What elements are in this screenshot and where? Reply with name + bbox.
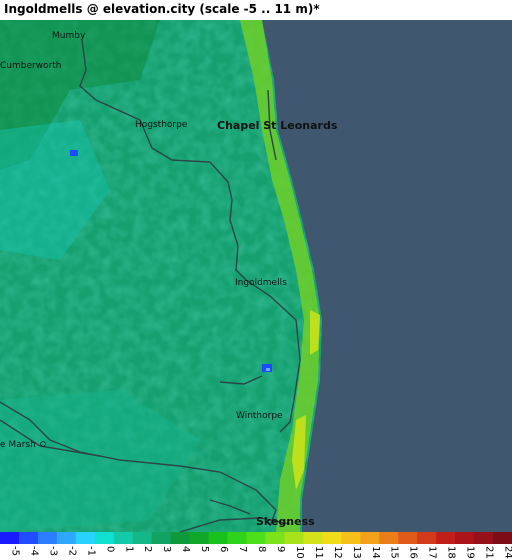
place-label-cumberworth: Cumberworth [0,61,62,71]
legend-swatch [322,532,342,544]
legend-swatch [379,532,399,544]
legend-swatch [94,532,115,544]
legend-swatch [436,532,456,544]
legend-swatch [132,532,153,544]
legend-tick-label: 18 [446,546,457,559]
legend-tick-label: 0 [104,546,115,552]
pond-winthorpe-2 [266,368,270,371]
legend-tick-label: -1 [85,546,96,556]
legend-tick-label: -5 [9,546,20,556]
legend-tick-label: -4 [28,546,39,556]
legend-tick-label: 16 [408,546,419,559]
legend-swatch [113,532,134,544]
place-label-skegness: Skegness [256,515,315,528]
legend-tick-label: -2 [66,546,77,556]
legend-tick-label: 2 [142,546,153,552]
legend-tick-label: 15 [389,546,400,559]
place-label-hogsthorpe: Hogsthorpe [135,120,188,130]
legend-tick-label: 6 [218,546,229,552]
legend-tick-label: 11 [313,546,324,559]
legend-tick-label: 7 [237,546,248,552]
legend-swatch [303,532,323,544]
legend-tick-label: 14 [370,546,381,559]
place-label-winthorpe: Winthorpe [236,411,283,421]
legend-tick-label: 9 [275,546,286,552]
legend-swatch [265,532,285,544]
place-label-ingoldmells: Ingoldmells [235,278,287,288]
legend-tick-label: 17 [427,546,438,559]
place-label-mumby: Mumby [52,31,86,41]
legend-tick-label: 24 [503,546,512,559]
legend-swatch [417,532,437,544]
legend-swatch [284,532,304,544]
elevation-legend: -5 -4 -3 -2 -1 0 1 2 3 4 5 6 7 8 9 10 11 12 13 14 15 16 17 18 19… [0,532,512,559]
place-label-chapel-st-leonards: Chapel St Leonards [217,119,338,132]
place-label-e-marsh: e Marsh [0,440,36,450]
legend-labels: -5 -4 -3 -2 -1 0 1 2 3 4 5 6 7 8 9 10 11 12 13 14 15 16 17 18 19… [9,546,512,559]
legend-swatch [398,532,418,544]
legend-tick-label: 21 [484,546,495,559]
legend-swatch [170,532,191,544]
legend-tick-label: 5 [199,546,210,552]
legend-tick-label: 10 [294,546,305,559]
legend-swatch [493,532,512,544]
legend-tick-label: 1 [123,546,134,552]
legend-swatch [189,532,210,544]
legend-swatch [246,532,266,544]
legend-swatch [360,532,380,544]
legend-swatch [455,532,475,544]
pond-north [70,150,78,156]
legend-swatch [37,532,58,544]
legend-swatch [56,532,77,544]
legend-swatch [151,532,172,544]
legend-swatch [474,532,494,544]
legend-tick-label: 8 [256,546,267,552]
legend-tick-label: 19 [465,546,476,559]
legend-swatch [0,532,20,544]
page-title: Ingoldmells @ elevation.city (scale -5 .… [4,2,320,16]
legend-tick-label: 12 [332,546,343,559]
legend-tick-label: 4 [180,546,191,552]
legend-swatch [208,532,229,544]
legend-swatches [0,532,512,544]
legend-swatch [75,532,96,544]
elevation-map[interactable]: Mumby Cumberworth Hogsthorpe Chapel St L… [0,20,512,532]
legend-swatch [18,532,39,544]
legend-swatch [341,532,361,544]
legend-swatch [227,532,248,544]
legend-tick-label: -3 [47,546,58,556]
legend-tick-label: 13 [351,546,362,559]
legend-tick-label: 3 [161,546,172,552]
